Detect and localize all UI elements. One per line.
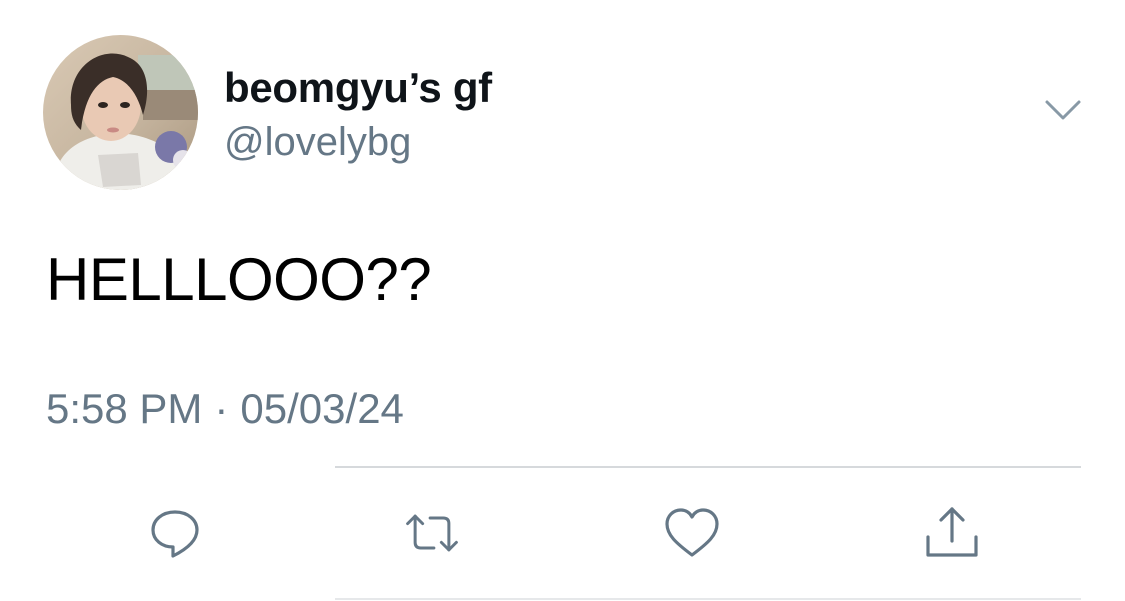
tweet-date: 05/03/24 — [240, 385, 404, 432]
more-options-button[interactable] — [1043, 96, 1083, 126]
share-button[interactable] — [922, 505, 982, 561]
meta-separator: · — [214, 385, 229, 432]
tweet-card: beomgyu’s gf @lovelybg HELLLOOO?? 5:58 P… — [0, 0, 1125, 601]
tweet-time: 5:58 PM — [46, 385, 203, 432]
divider-bottom — [335, 598, 1081, 600]
divider — [335, 466, 1081, 468]
chevron-down-icon — [1045, 100, 1081, 120]
heart-icon — [665, 508, 719, 557]
retweet-icon — [406, 514, 458, 552]
display-name[interactable]: beomgyu’s gf — [224, 64, 492, 112]
retweet-button[interactable] — [402, 505, 462, 561]
like-button[interactable] — [662, 505, 722, 561]
profile-photo — [43, 35, 198, 190]
tweet-timestamp[interactable]: 5:58 PM · 05/03/24 — [46, 385, 404, 433]
reply-icon — [151, 510, 199, 558]
share-icon — [926, 507, 978, 557]
avatar[interactable] — [43, 35, 198, 190]
reply-button[interactable] — [145, 505, 205, 561]
tweet-text: HELLLOOO?? — [46, 246, 432, 313]
user-handle[interactable]: @lovelybg — [224, 120, 411, 165]
